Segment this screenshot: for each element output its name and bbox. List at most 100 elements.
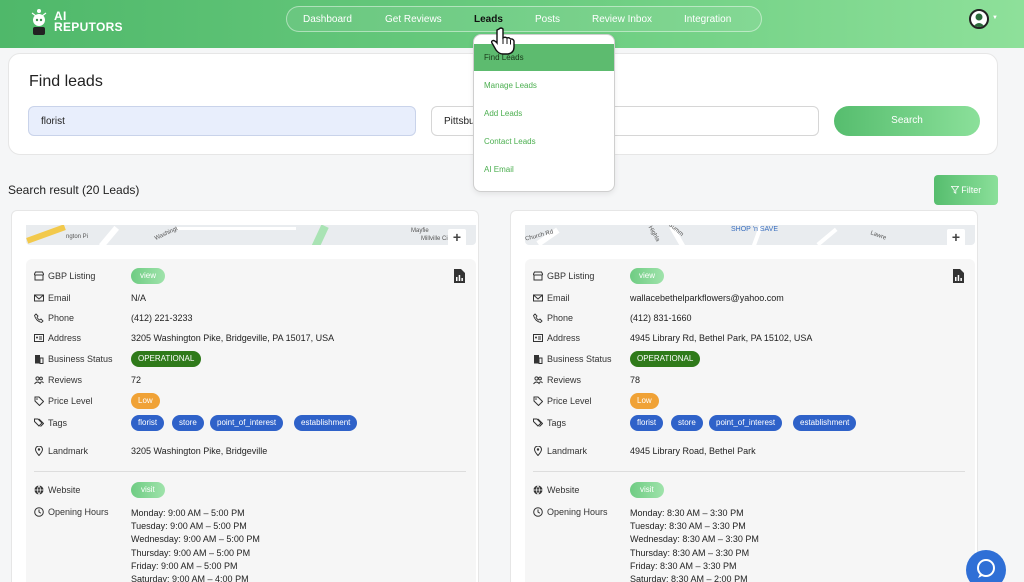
globe-icon <box>533 485 543 495</box>
reviews-value: 72 <box>131 375 142 385</box>
menu-item-manage-leads[interactable]: Manage Leads <box>474 72 614 100</box>
nav-dashboard[interactable]: Dashboard <box>303 14 352 25</box>
price-level-row: Price Level Low <box>34 393 474 409</box>
hours-line: Tuesday: 9:00 AM – 5:00 PM <box>131 521 247 532</box>
tag-icon <box>34 396 44 406</box>
opening-hours-label: Opening Hours <box>48 507 109 517</box>
address-label: Address <box>48 333 82 343</box>
email-label: Email <box>48 293 71 303</box>
zoom-in-icon[interactable]: + <box>448 229 466 245</box>
reviews-label: Reviews <box>547 375 582 385</box>
filter-button[interactable]: Filter <box>934 175 998 205</box>
phone-value: (412) 221-3233 <box>131 313 193 323</box>
status-badge: OPERATIONAL <box>131 351 202 367</box>
avatar-face-icon <box>973 13 985 27</box>
divider <box>34 471 466 472</box>
envelope-icon <box>34 294 44 302</box>
website-label: Website <box>48 485 81 495</box>
zoom-in-icon[interactable]: + <box>947 229 965 245</box>
search-button[interactable]: Search <box>834 106 980 136</box>
reviews-value: 78 <box>630 375 641 385</box>
gbp-listing-label: GBP Listing <box>547 271 595 281</box>
opening-hours-list: Monday: 9:00 AM – 5:00 PM Tuesday: 9:00 … <box>131 507 260 582</box>
email-value: N/A <box>131 293 147 303</box>
user-avatar[interactable] <box>969 9 989 29</box>
visit-website-button[interactable]: visit <box>630 482 664 498</box>
tag-chip: establishment <box>793 415 857 431</box>
tag-chip: point_of_interest <box>709 415 783 431</box>
email-row: Email N/A <box>34 292 474 306</box>
map-label: Highla <box>646 225 661 243</box>
nav-leads[interactable]: Leads <box>474 14 503 25</box>
logo[interactable]: AI REPUTORS <box>28 7 123 37</box>
landmark-label: Landmark <box>547 446 588 456</box>
menu-item-ai-email[interactable]: AI Email <box>474 156 614 184</box>
hours-line: Wednesday: 8:30 AM – 3:30 PM <box>630 534 759 545</box>
chat-icon <box>977 559 995 578</box>
hours-line: Saturday: 8:30 AM – 2:00 PM <box>630 574 748 582</box>
hours-line: Friday: 9:00 AM – 5:00 PM <box>131 560 238 571</box>
phone-label: Phone <box>547 313 574 323</box>
funnel-icon <box>950 186 960 194</box>
divider <box>533 471 965 472</box>
clock-icon <box>533 507 543 517</box>
gbp-listing-row: GBP Listing view <box>533 268 973 284</box>
hours-line: Tuesday: 8:30 AM – 3:30 PM <box>630 521 746 532</box>
email-row: Email wallacebethelparkflowers@yahoo.com <box>533 292 973 306</box>
view-gbp-button[interactable]: view <box>630 268 665 284</box>
tags-icon <box>533 418 543 427</box>
tag-chip: florist <box>630 415 664 431</box>
users-icon <box>533 376 543 385</box>
landmark-row: Landmark 4945 Library Road, Bethel Park <box>533 445 973 459</box>
price-level-badge: Low <box>630 393 659 409</box>
tag-chip: florist <box>131 415 165 431</box>
view-gbp-button[interactable]: view <box>131 268 166 284</box>
address-card-icon <box>533 334 543 342</box>
hours-line: Thursday: 9:00 AM – 5:00 PM <box>131 547 251 558</box>
address-value: 4945 Library Rd, Bethel Park, PA 15102, … <box>630 333 813 343</box>
nav-posts[interactable]: Posts <box>535 14 560 25</box>
website-label: Website <box>547 485 580 495</box>
nav-get-reviews[interactable]: Get Reviews <box>385 14 442 25</box>
tags-label: Tags <box>547 418 567 428</box>
tags-label: Tags <box>48 418 68 428</box>
hours-line: Wednesday: 9:00 AM – 5:00 PM <box>131 534 260 545</box>
map-preview[interactable]: Church Rd Highla Summ SHOP 'n SAVE Lawre… <box>525 225 975 245</box>
opening-hours-row: Opening Hours Monday: 8:30 AM – 3:30 PM … <box>533 506 973 582</box>
hours-line: Saturday: 9:00 AM – 4:00 PM <box>131 574 249 582</box>
nav-review-inbox[interactable]: Review Inbox <box>592 14 652 25</box>
tag-chip: store <box>671 415 703 431</box>
nav-integration[interactable]: Integration <box>684 14 731 25</box>
pin-icon <box>34 446 44 456</box>
main-nav: Dashboard Get Reviews Leads Posts Review… <box>286 6 762 32</box>
hours-line: Thursday: 8:30 AM – 3:30 PM <box>630 547 750 558</box>
landmark-value: 3205 Washington Pike, Bridgeville <box>131 446 268 456</box>
hours-line: Monday: 8:30 AM – 3:30 PM <box>630 508 744 518</box>
support-chat-button[interactable] <box>966 550 1006 582</box>
page-title: Find leads <box>29 73 103 90</box>
address-card-icon <box>34 334 44 342</box>
chevron-down-icon[interactable]: ▼ <box>992 15 998 21</box>
price-level-row: Price Level Low <box>533 393 973 409</box>
hours-line: Monday: 9:00 AM – 5:00 PM <box>131 508 245 518</box>
landmark-value: 4945 Library Road, Bethel Park <box>630 446 756 456</box>
phone-icon <box>533 313 543 323</box>
address-row: Address 4945 Library Rd, Bethel Park, PA… <box>533 332 973 346</box>
menu-item-add-leads[interactable]: Add Leads <box>474 100 614 128</box>
tags-row: Tags florist store point_of_interest est… <box>533 415 973 431</box>
phone-label: Phone <box>48 313 75 323</box>
keyword-input[interactable]: florist <box>28 106 416 136</box>
menu-item-contact-leads[interactable]: Contact Leads <box>474 128 614 156</box>
address-label: Address <box>547 333 581 343</box>
map-preview[interactable]: ngton Pi Washingt Mayfie Millville Cir + <box>26 225 476 245</box>
address-row: Address 3205 Washington Pike, Bridgevill… <box>34 332 474 346</box>
building-icon <box>534 355 543 364</box>
price-level-label: Price Level <box>547 396 592 406</box>
tag-chip: establishment <box>294 415 358 431</box>
map-label: SHOP 'n SAVE <box>731 226 778 233</box>
logo-text: AI REPUTORS <box>54 9 123 34</box>
email-label: Email <box>547 293 570 303</box>
visit-website-button[interactable]: visit <box>131 482 165 498</box>
phone-row: Phone (412) 831-1660 <box>533 312 973 326</box>
clock-icon <box>34 507 44 517</box>
